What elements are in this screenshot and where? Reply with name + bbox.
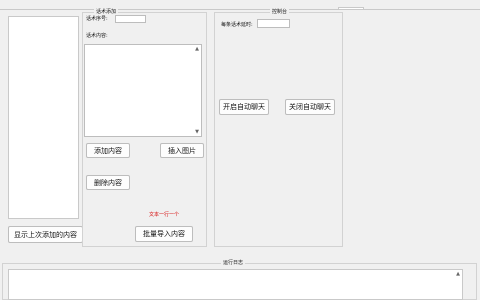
log-textarea[interactable]: ▲ [8, 269, 463, 300]
add-content-button[interactable]: 添加内容 [86, 143, 130, 158]
tab-2[interactable]: 关键词回复 [53, 9, 82, 10]
script-content-label: 话术内容: [86, 33, 108, 39]
insert-image-button[interactable]: 插入图片 [160, 143, 204, 158]
tab-7[interactable]: 实时的关注 [183, 9, 212, 10]
tab-12[interactable]: 自动聊天 [338, 7, 365, 9]
tab-0[interactable]: 监控和消息 [0, 9, 29, 10]
tab-strip: 监控和消息群发消息关键词回复群消息转发自动加人通过列表拉人进群实时的关注采集消息… [0, 0, 480, 10]
log-title: 运行日志 [221, 260, 246, 266]
tab-13[interactable]: 自动加群机器 [364, 9, 398, 10]
tab-1[interactable]: 群发消息 [29, 9, 53, 10]
tab-14[interactable]: 邮件批量发送 [398, 9, 432, 10]
delay-label: 每条话术延时: [221, 22, 253, 28]
import-hint: 文本一行一个 [149, 212, 180, 218]
script-list[interactable] [8, 16, 79, 219]
tab-6[interactable]: 拉人进群 [159, 9, 183, 10]
show-last-content-button[interactable]: 显示上次添加的内容 [8, 226, 83, 243]
start-auto-chat-button[interactable]: 开启自动聊天 [219, 99, 269, 115]
tab-8[interactable]: 采集消息 [212, 9, 236, 10]
script-content-textarea[interactable]: ▲ ▼ [84, 44, 202, 137]
bulk-import-button[interactable]: 批量导入内容 [135, 226, 193, 242]
control-group [214, 12, 343, 247]
script-seq-input[interactable] [115, 15, 146, 23]
scroll-down-icon[interactable]: ▼ [194, 129, 200, 135]
control-title: 控制台 [270, 9, 290, 15]
script-seq-label: 话术序号: [86, 16, 108, 22]
tab-9[interactable]: 自动加群 [236, 9, 260, 10]
delete-content-button[interactable]: 删除内容 [86, 175, 130, 190]
delay-input[interactable] [257, 19, 290, 28]
log-scroll-up-icon[interactable]: ▲ [455, 271, 461, 277]
stop-auto-chat-button[interactable]: 关闭自动聊天 [285, 99, 335, 115]
scroll-up-icon[interactable]: ▲ [194, 46, 200, 52]
tab-11[interactable]: 新人进群加好友 [299, 9, 338, 10]
tab-5[interactable]: 通过列表 [135, 9, 159, 10]
